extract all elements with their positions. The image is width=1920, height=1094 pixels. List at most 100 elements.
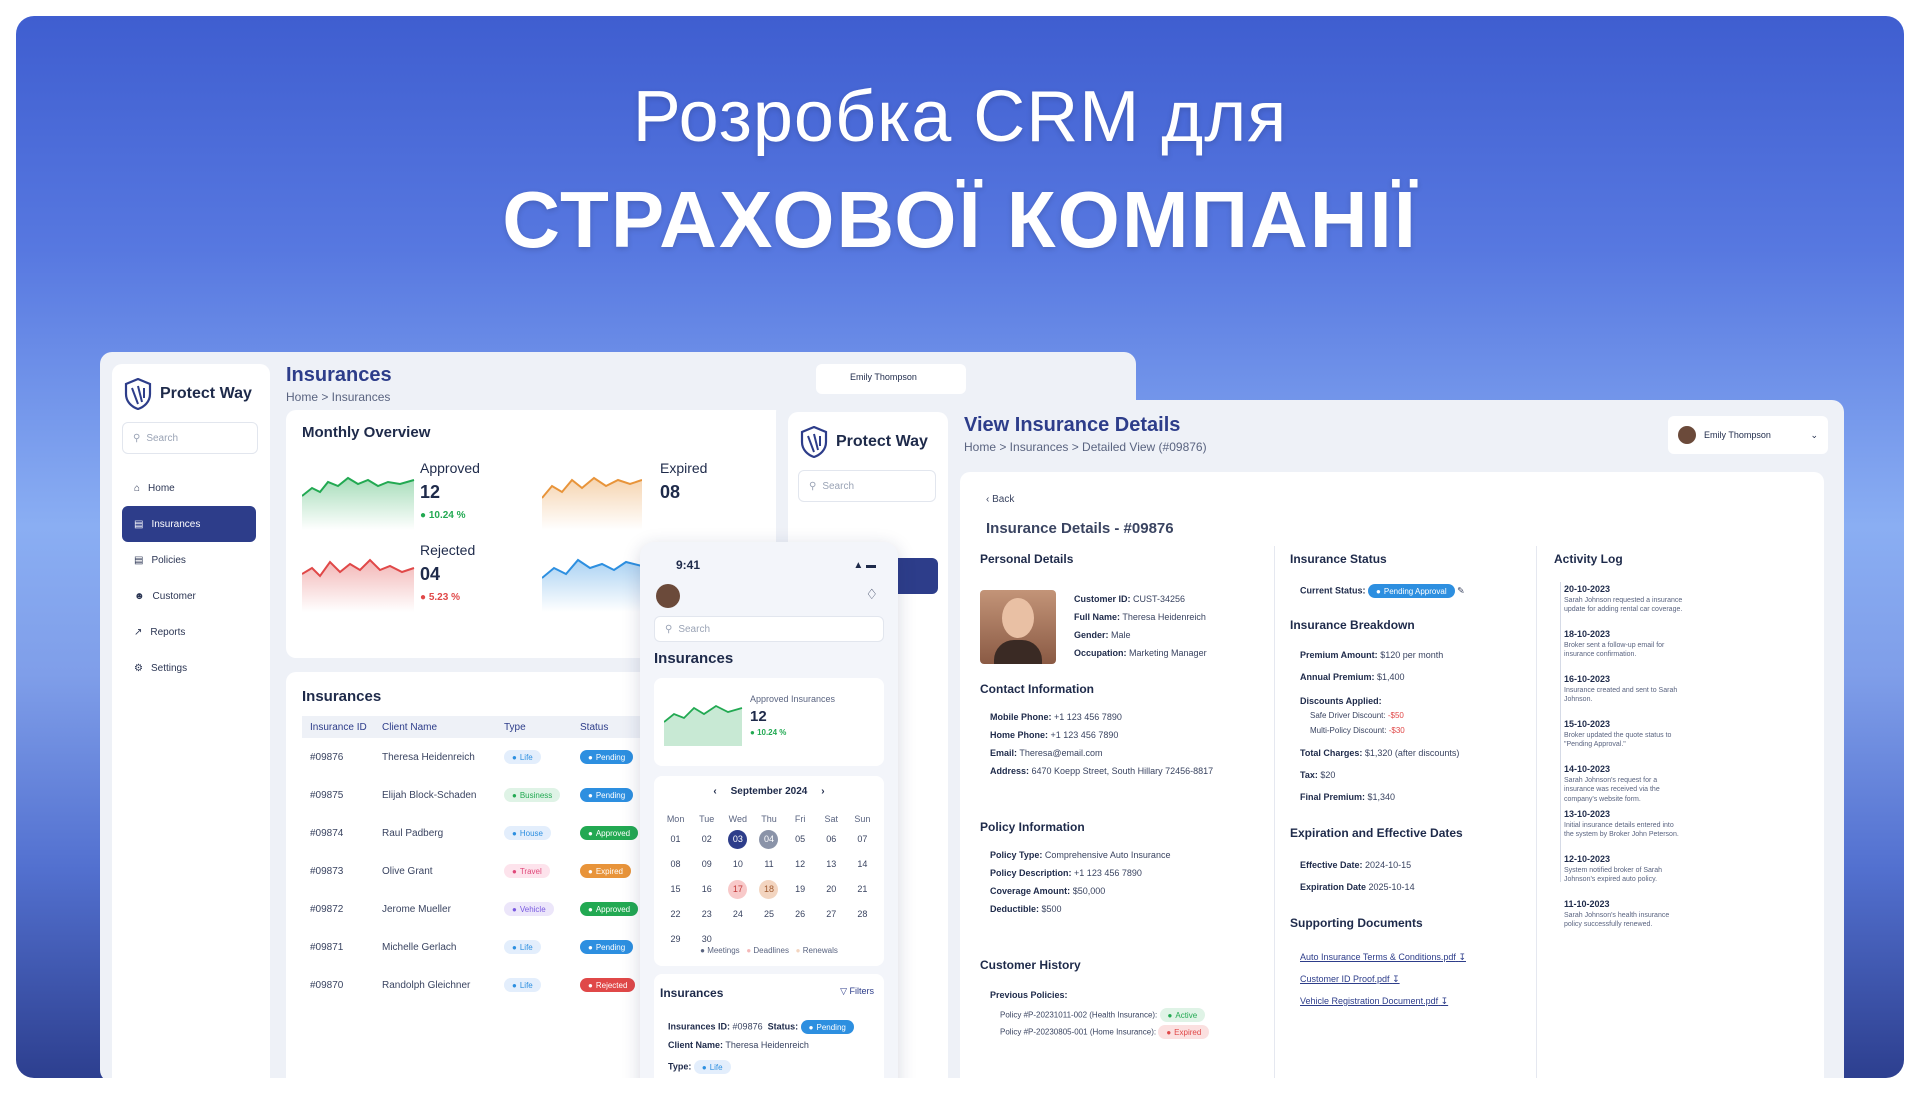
calendar-month-label: September 2024 bbox=[730, 786, 808, 797]
activity-item: 15-10-2023 Broker updated the quote statu… bbox=[1564, 719, 1684, 750]
calendar-day[interactable]: 07 bbox=[847, 830, 878, 849]
calendar-day[interactable]: 03 bbox=[722, 830, 753, 849]
calendar-day[interactable]: 09 bbox=[691, 855, 722, 874]
brand-name: Protect Way bbox=[836, 433, 928, 450]
sidebar-item-label: Home bbox=[148, 482, 175, 494]
back-button[interactable]: ‹ Back bbox=[986, 494, 1014, 505]
table-row[interactable]: #09876 Theresa Heidenreich ● Life ● Pending bbox=[302, 738, 642, 776]
calendar-day[interactable]: 20 bbox=[816, 880, 847, 899]
chevron-down-icon: ⌄ bbox=[1810, 429, 1818, 440]
document-link-2[interactable]: Customer ID Proof.pdf ↧ bbox=[1300, 974, 1400, 985]
field-key: Full Name: bbox=[1074, 612, 1121, 622]
mobile-list-title: Insurances bbox=[660, 986, 724, 1000]
status-badge-text: Pending bbox=[595, 942, 626, 952]
premium-amount: Premium Amount: $120 per month bbox=[1300, 650, 1443, 660]
cell-status: ● Rejected bbox=[580, 978, 640, 992]
document-link-1[interactable]: Auto Insurance Terms & Conditions.pdf ↧ bbox=[1300, 952, 1466, 963]
table-row[interactable]: #09874 Raul Padberg ● House ● Approved bbox=[302, 814, 642, 852]
download-icon[interactable]: ↧ bbox=[1441, 996, 1449, 1006]
status-badge-text: Active bbox=[1175, 1010, 1198, 1020]
calendar-day[interactable]: 23 bbox=[691, 905, 722, 924]
status-badge: ● Approved bbox=[580, 826, 639, 840]
search-input[interactable]: ⚲ Search bbox=[122, 422, 258, 454]
calendar-day[interactable]: 28 bbox=[847, 905, 878, 924]
sidebar-item-home[interactable]: ⌂ Home bbox=[122, 470, 256, 506]
weekday-label: Fri bbox=[794, 814, 806, 824]
sidebar-item-label: Policies bbox=[151, 554, 186, 566]
type-badge-text: Business bbox=[519, 790, 553, 800]
document-link-text: Auto Insurance Terms & Conditions.pdf bbox=[1300, 952, 1456, 962]
edit-icon[interactable]: ✎ bbox=[1457, 586, 1465, 596]
cell-id: #09875 bbox=[310, 789, 344, 801]
calendar-day[interactable]: 13 bbox=[816, 855, 847, 874]
calendar-day[interactable]: 24 bbox=[722, 905, 753, 924]
calendar-grid: Mon Tue Wed Thu Fri Sat Sun 01 02 03 04 05 06 07 08 09 1… bbox=[660, 814, 878, 949]
download-icon[interactable]: ↧ bbox=[1458, 952, 1466, 962]
calendar-day[interactable]: 16 bbox=[691, 880, 722, 899]
calendar-day[interactable]: 14 bbox=[847, 855, 878, 874]
table-row[interactable]: #09870 Randolph Gleichner ● Life ● Rejected bbox=[302, 966, 642, 1004]
calendar-day[interactable]: 11 bbox=[753, 855, 784, 874]
calendar-day[interactable]: 26 bbox=[785, 905, 816, 924]
brand-logo[interactable]: Protect Way bbox=[124, 378, 252, 410]
table-row[interactable]: #09872 Jerome Mueller ● Vehicle ● Approved bbox=[302, 890, 642, 928]
back-label: Back bbox=[992, 494, 1015, 505]
detail-field: Home Phone: +1 123 456 7890 bbox=[990, 730, 1118, 740]
cell-status: ● Approved bbox=[580, 902, 640, 916]
brand-logo[interactable]: Protect Way bbox=[800, 426, 928, 458]
effective-key: Effective Date: bbox=[1300, 860, 1363, 870]
type-badge-text: Life bbox=[709, 1062, 723, 1072]
table-row[interactable]: #09871 Michelle Gerlach ● Life ● Pending bbox=[302, 928, 642, 966]
calendar-day[interactable]: 10 bbox=[722, 855, 753, 874]
calendar-day[interactable]: 01 bbox=[660, 830, 691, 849]
download-icon[interactable]: ↧ bbox=[1392, 974, 1400, 984]
bell-icon[interactable]: ♢ bbox=[865, 586, 878, 603]
avatar[interactable] bbox=[656, 584, 680, 608]
sidebar-item-customer[interactable]: ☻ Customer bbox=[122, 578, 256, 614]
status-badge-text: Rejected bbox=[595, 980, 628, 990]
calendar-day[interactable]: 27 bbox=[816, 905, 847, 924]
expiration-value: 2025-10-14 bbox=[1368, 882, 1415, 892]
sidebar-item-policies[interactable]: ▤ Policies bbox=[122, 542, 256, 578]
calendar-day[interactable]: 17 bbox=[722, 880, 753, 899]
calendar-day[interactable]: 18 bbox=[753, 880, 784, 899]
cell-client: Michelle Gerlach bbox=[382, 941, 457, 953]
table-row[interactable]: #09875 Elijah Block-Schaden ● Business ● Pe… bbox=[302, 776, 642, 814]
calendar-day[interactable]: 15 bbox=[660, 880, 691, 899]
document-icon: ▤ bbox=[134, 518, 144, 530]
cell-client: Randolph Gleichner bbox=[382, 979, 471, 991]
user-menu[interactable]: Emily Thompson bbox=[816, 364, 966, 394]
calendar-day[interactable]: 04 bbox=[753, 830, 784, 849]
approved-card-label: Approved Insurances bbox=[750, 694, 836, 704]
calendar-day[interactable]: 02 bbox=[691, 830, 722, 849]
status-title: Insurance Status bbox=[1290, 552, 1387, 566]
detail-field: Policy Type: Comprehensive Auto Insuranc… bbox=[990, 850, 1170, 860]
calendar-day[interactable]: 05 bbox=[785, 830, 816, 849]
sidebar-item-label: Insurances bbox=[151, 518, 201, 530]
filters-button[interactable]: ▽ Filters bbox=[840, 986, 874, 997]
chevron-left-icon[interactable]: ‹ bbox=[713, 786, 716, 797]
page-title: Insurances bbox=[286, 364, 392, 386]
table-row[interactable]: #09873 Olive Grant ● Travel ● Expired bbox=[302, 852, 642, 890]
calendar-day[interactable]: 12 bbox=[785, 855, 816, 874]
user-menu[interactable]: Emily Thompson ⌄ bbox=[1668, 416, 1828, 454]
sidebar-item-settings[interactable]: ⚙ Settings bbox=[122, 650, 256, 686]
calendar-day[interactable]: 25 bbox=[753, 905, 784, 924]
cell-type: ● Vehicle bbox=[504, 902, 580, 916]
search-input[interactable]: ⚲ Search bbox=[798, 470, 936, 502]
calendar-day[interactable]: 22 bbox=[660, 905, 691, 924]
detail-field: Gender: Male bbox=[1074, 630, 1131, 640]
document-link-3[interactable]: Vehicle Registration Document.pdf ↧ bbox=[1300, 996, 1448, 1007]
expired-label: Expired bbox=[660, 460, 708, 476]
calendar-day-number: 14 bbox=[857, 859, 868, 869]
calendar-day[interactable]: 08 bbox=[660, 855, 691, 874]
calendar-day[interactable]: 19 bbox=[785, 880, 816, 899]
chevron-right-icon[interactable]: › bbox=[821, 786, 824, 797]
premium-value: $120 per month bbox=[1380, 650, 1444, 660]
sidebar-item-insurances[interactable]: ▤ Insurances bbox=[122, 506, 256, 542]
mobile-search-input[interactable]: ⚲ Search bbox=[654, 616, 884, 642]
sidebar-item-reports[interactable]: ↗ Reports bbox=[122, 614, 256, 650]
calendar-day[interactable]: 06 bbox=[816, 830, 847, 849]
avatar bbox=[1678, 426, 1696, 444]
calendar-day[interactable]: 21 bbox=[847, 880, 878, 899]
